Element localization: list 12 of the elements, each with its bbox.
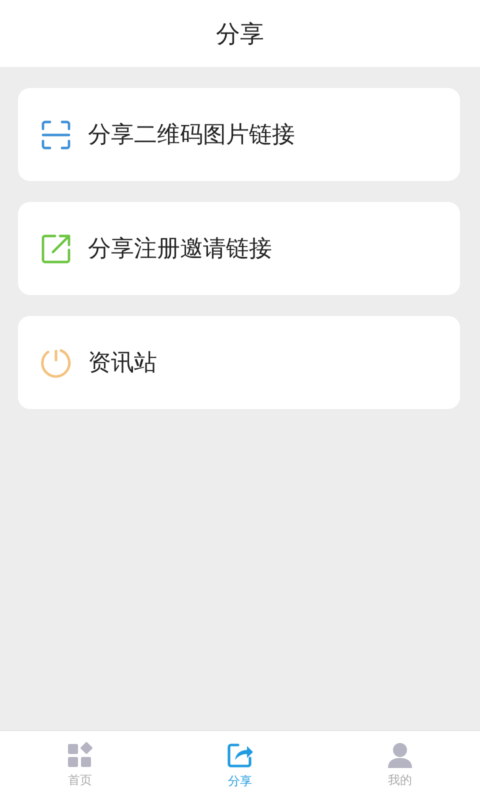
share-icon	[226, 741, 254, 769]
menu-card[interactable]: 资讯站	[18, 316, 460, 409]
scan-icon	[41, 120, 71, 150]
menu-card[interactable]: 分享注册邀请链接	[18, 202, 460, 295]
menu-card[interactable]: 分享二维码图片链接	[18, 88, 460, 181]
grid-icon	[67, 742, 93, 768]
user-icon	[387, 742, 413, 768]
menu-label: 资讯站	[88, 349, 157, 378]
page-title: 分享	[216, 18, 264, 50]
edit-share-icon	[41, 234, 71, 264]
menu-label: 分享注册邀请链接	[88, 235, 272, 264]
menu-label: 分享二维码图片链接	[88, 121, 295, 150]
